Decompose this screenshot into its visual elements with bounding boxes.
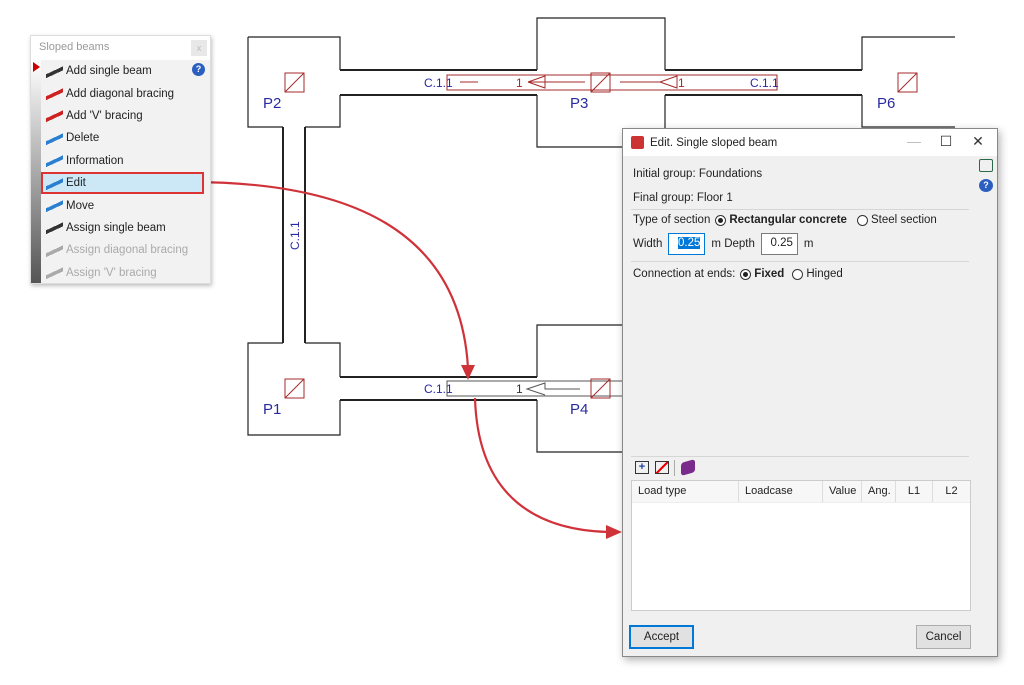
column-header[interactable]: L2 [933,481,970,502]
connection-label: Connection at ends: [633,268,736,280]
menu-item-label: Move [66,199,95,212]
menu-item-move[interactable]: Move [41,194,210,216]
menu-item-delete[interactable]: Delete [41,127,210,149]
width-label: Width [633,238,663,250]
divider [631,261,969,262]
steel-section-radio[interactable] [856,214,868,226]
column-header[interactable]: Ang. [862,481,896,502]
column-label-p2: P2 [263,95,281,112]
help-icon[interactable]: ? [979,179,993,192]
delete-load-icon[interactable] [655,461,669,474]
menu-item-label: Add diagonal bracing [66,87,175,100]
menu-item-label: Assign diagonal bracing [66,244,189,257]
divider [631,456,969,457]
menu-item-label: Edit [66,177,86,190]
initial-group: Initial group: Foundations [633,168,763,180]
sloped-beams-menu: Sloped beams x Add single beam? Add diago… [30,35,211,284]
close-button[interactable]: ✕ [963,133,993,150]
maximize-button[interactable]: ☐ [931,133,961,150]
dialog-title-bar: Edit. Single sloped beam — ☐ ✕ [623,129,997,156]
assign-diagonal-icon [46,242,63,258]
column-label-p6: P6 [877,95,895,112]
width-unit: m [711,238,721,250]
column-header[interactable]: Value [823,481,862,502]
menu-item-label: Add single beam [66,65,152,78]
fixed-radio[interactable] [740,268,752,280]
app-icon [631,136,644,149]
beam-label-right: C.1.1 [750,76,779,90]
annotation-arrows [189,180,609,534]
add-diagonal-bracing-icon [46,86,63,102]
delete-beam-icon [46,130,63,146]
steel-section-label[interactable]: Steel section [871,214,937,226]
menu-item-assign-diagonal-bracing[interactable]: Assign diagonal bracing [41,239,210,261]
assign-beam-icon [46,220,63,236]
column-header[interactable]: Load type [632,481,739,502]
menu-item-label: Information [66,154,124,167]
loads-table[interactable]: Load type Loadcase Value Ang. L1 L2 [631,480,971,611]
menu-item-assign-single-beam[interactable]: Assign single beam [41,217,210,239]
beam-number: 1 [516,382,523,396]
dialog-title: Edit. Single sloped beam [650,136,778,149]
minimize-button[interactable]: — [899,133,929,149]
type-of-section-label: Type of section [633,214,711,226]
add-single-beam-icon [46,63,63,79]
beam-label-vertical: C.1.1 [288,221,302,250]
accept-button[interactable]: Accept [629,625,694,649]
rectangular-concrete-label[interactable]: Rectangular concrete [729,214,847,226]
table-header: Load type Loadcase Value Ang. L1 L2 [632,481,970,503]
divider [631,209,969,210]
menu-item-add-diagonal-bracing[interactable]: Add diagonal bracing [41,82,210,104]
toolbar-separator [674,460,675,476]
move-icon [46,198,63,214]
manual-book-icon[interactable] [979,159,993,172]
menu-item-label: Add 'V' bracing [66,109,143,122]
fixed-label[interactable]: Fixed [754,268,784,280]
assign-v-icon [46,265,63,281]
column-label-p1: P1 [263,401,281,418]
hinged-label[interactable]: Hinged [806,268,842,280]
depth-label: Depth [724,238,755,250]
information-icon [46,153,63,169]
add-load-icon[interactable]: + [635,461,649,474]
beam-label-top: C.1.1 [424,76,453,90]
edit-single-sloped-beam-dialog: Edit. Single sloped beam — ☐ ✕ ? Initial… [622,128,998,657]
menu-item-add-single-beam[interactable]: Add single beam? [41,60,210,82]
menu-item-add-v-bracing[interactable]: Add 'V' bracing [41,105,210,127]
menu-item-edit[interactable]: Edit [41,171,204,195]
beam-number: 1 [516,76,523,90]
close-button[interactable]: x [191,40,207,56]
hinged-radio[interactable] [792,268,804,280]
menu-title: Sloped beams [31,36,210,60]
column-label-p3: P3 [570,95,588,112]
load-library-book-icon[interactable] [681,459,695,476]
beam-label-bottom: C.1.1 [424,382,453,396]
rectangular-concrete-radio[interactable] [715,214,727,226]
menu-item-information[interactable]: Information [41,150,210,172]
add-v-bracing-icon [46,108,63,124]
column-header[interactable]: L1 [896,481,933,502]
depth-unit: m [803,238,814,250]
column-header[interactable]: Loadcase [739,481,823,502]
help-icon[interactable]: ? [192,63,205,76]
beam-number: 1 [678,76,685,90]
cancel-button[interactable]: Cancel [916,625,971,649]
depth-input[interactable]: 0.25 [760,233,798,255]
edit-pencil-icon [46,175,63,191]
menu-item-label: Assign single beam [66,221,166,234]
active-marker-icon [33,62,40,72]
final-group: Final group: Floor 1 [633,192,733,204]
sloped-beam-top[interactable] [446,74,778,91]
column-label-p4: P4 [570,401,588,418]
menu-strip [31,60,41,283]
menu-item-label: Assign 'V' bracing [66,266,157,279]
width-input[interactable]: 0.25 [668,233,706,255]
menu-item-label: Delete [66,132,100,145]
menu-item-assign-v-bracing[interactable]: Assign 'V' bracing [41,262,210,284]
